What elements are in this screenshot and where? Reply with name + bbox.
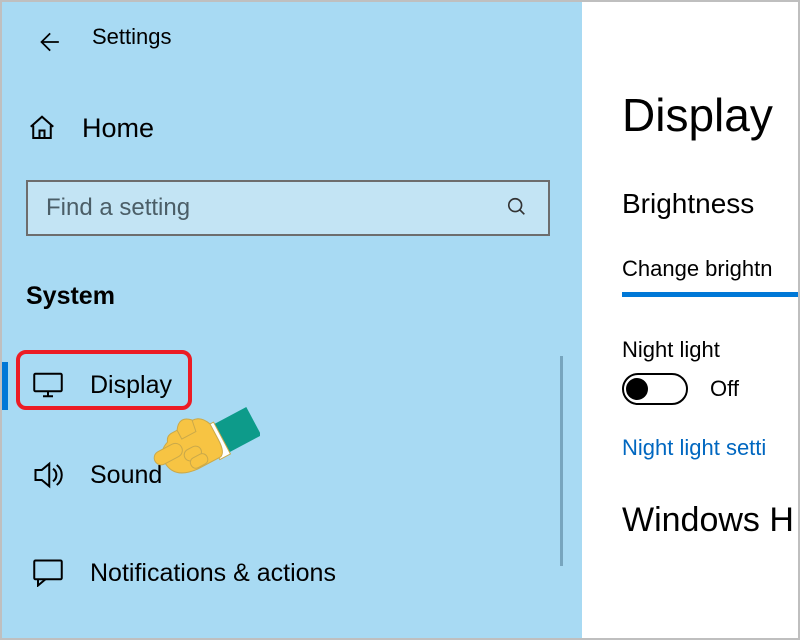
- sidebar-item-display[interactable]: Display: [2, 354, 562, 416]
- search-input[interactable]: Find a setting: [26, 180, 550, 236]
- home-icon: [26, 112, 58, 144]
- toggle-knob: [626, 378, 648, 400]
- content-panel: Display Brightness Change brightn Night …: [582, 2, 800, 638]
- sidebar-item-home[interactable]: Home: [26, 112, 154, 144]
- section-heading-brightness: Brightness: [622, 188, 800, 220]
- sidebar-item-label: Notifications & actions: [90, 559, 336, 588]
- settings-window: Settings Home Find a setting System: [0, 0, 800, 640]
- monitor-icon: [32, 369, 64, 401]
- speaker-icon: [32, 459, 64, 491]
- sidebar-section-label: System: [26, 282, 115, 311]
- chat-icon: [32, 557, 64, 589]
- sidebar-item-sound[interactable]: Sound: [2, 444, 562, 506]
- brightness-label: Change brightn: [622, 256, 800, 282]
- window-title: Settings: [92, 24, 172, 50]
- section-heading-windows-hd: Windows H: [622, 501, 800, 540]
- brightness-slider[interactable]: [622, 292, 800, 297]
- night-light-settings-link[interactable]: Night light setti: [622, 435, 800, 461]
- sidebar-item-notifications[interactable]: Notifications & actions: [2, 542, 562, 604]
- night-light-toggle[interactable]: [622, 373, 688, 405]
- sidebar-item-label: Display: [90, 371, 172, 400]
- back-button[interactable]: [28, 22, 68, 62]
- night-light-state: Off: [710, 376, 739, 402]
- home-label: Home: [82, 113, 154, 144]
- search-placeholder: Find a setting: [46, 194, 506, 222]
- sidebar: Settings Home Find a setting System: [2, 2, 582, 638]
- arrow-left-icon: [35, 29, 61, 55]
- scrollbar[interactable]: [560, 356, 563, 566]
- page-title: Display: [622, 88, 800, 142]
- night-light-label: Night light: [622, 337, 800, 363]
- sidebar-item-label: Sound: [90, 461, 162, 490]
- search-icon: [506, 196, 530, 220]
